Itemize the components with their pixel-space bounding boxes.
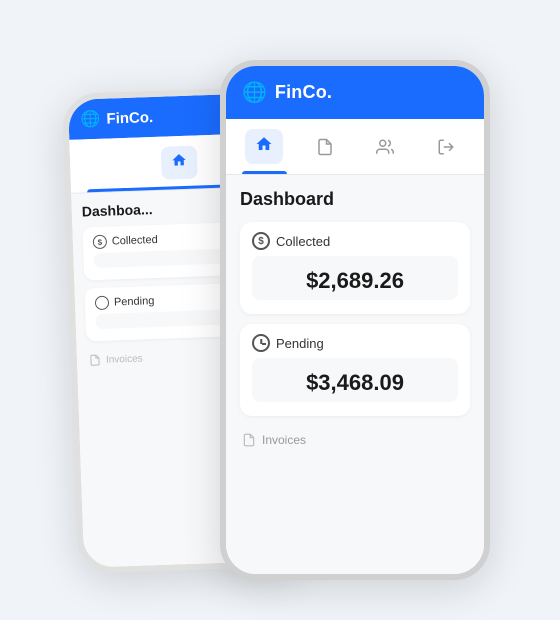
page-title: Dashboard [240, 189, 470, 210]
pending-label: Pending [276, 336, 324, 351]
home-icon [255, 135, 273, 153]
collected-label-row: $ Collected [252, 232, 458, 250]
tab-users[interactable] [355, 119, 416, 174]
back-globe-icon: 🌐 [80, 109, 101, 130]
collected-card: $ Collected $2,689.26 [240, 222, 470, 314]
main-content: Dashboard $ Collected $2,689.26 Pending [226, 175, 484, 580]
app-title: FinCo. [275, 82, 332, 103]
pending-inner: $3,468.09 [252, 358, 458, 402]
back-dollar-icon: $ [93, 235, 107, 249]
invoices-row[interactable]: Invoices [240, 426, 470, 450]
globe-icon: 🌐 [242, 80, 267, 105]
pending-card: Pending $3,468.09 [240, 324, 470, 416]
tab-documents[interactable] [295, 119, 356, 174]
clock-icon [252, 334, 270, 352]
pending-label-row: Pending [252, 334, 458, 352]
back-clock-icon [95, 296, 109, 310]
collected-inner: $2,689.26 [252, 256, 458, 300]
phone-front: 🌐 FinCo. [220, 60, 490, 580]
tab-logout[interactable] [416, 119, 477, 174]
pending-amount: $3,468.09 [260, 362, 450, 398]
invoices-label: Invoices [262, 433, 306, 447]
logout-icon [437, 138, 455, 156]
invoices-doc-icon [242, 432, 256, 448]
collected-amount: $2,689.26 [260, 260, 450, 296]
back-home-icon [171, 152, 188, 169]
nav-tabs [226, 119, 484, 175]
documents-icon [316, 138, 334, 156]
collected-label: Collected [276, 234, 330, 249]
app-header: 🌐 FinCo. [226, 66, 484, 119]
back-doc-icon [89, 353, 101, 367]
phones-container: 🌐 FinCo. Dashboa... $ Collected [70, 30, 490, 590]
tab-home[interactable] [234, 119, 295, 174]
users-icon [375, 138, 395, 156]
dollar-icon: $ [252, 232, 270, 250]
back-app-title: FinCo. [106, 108, 153, 127]
